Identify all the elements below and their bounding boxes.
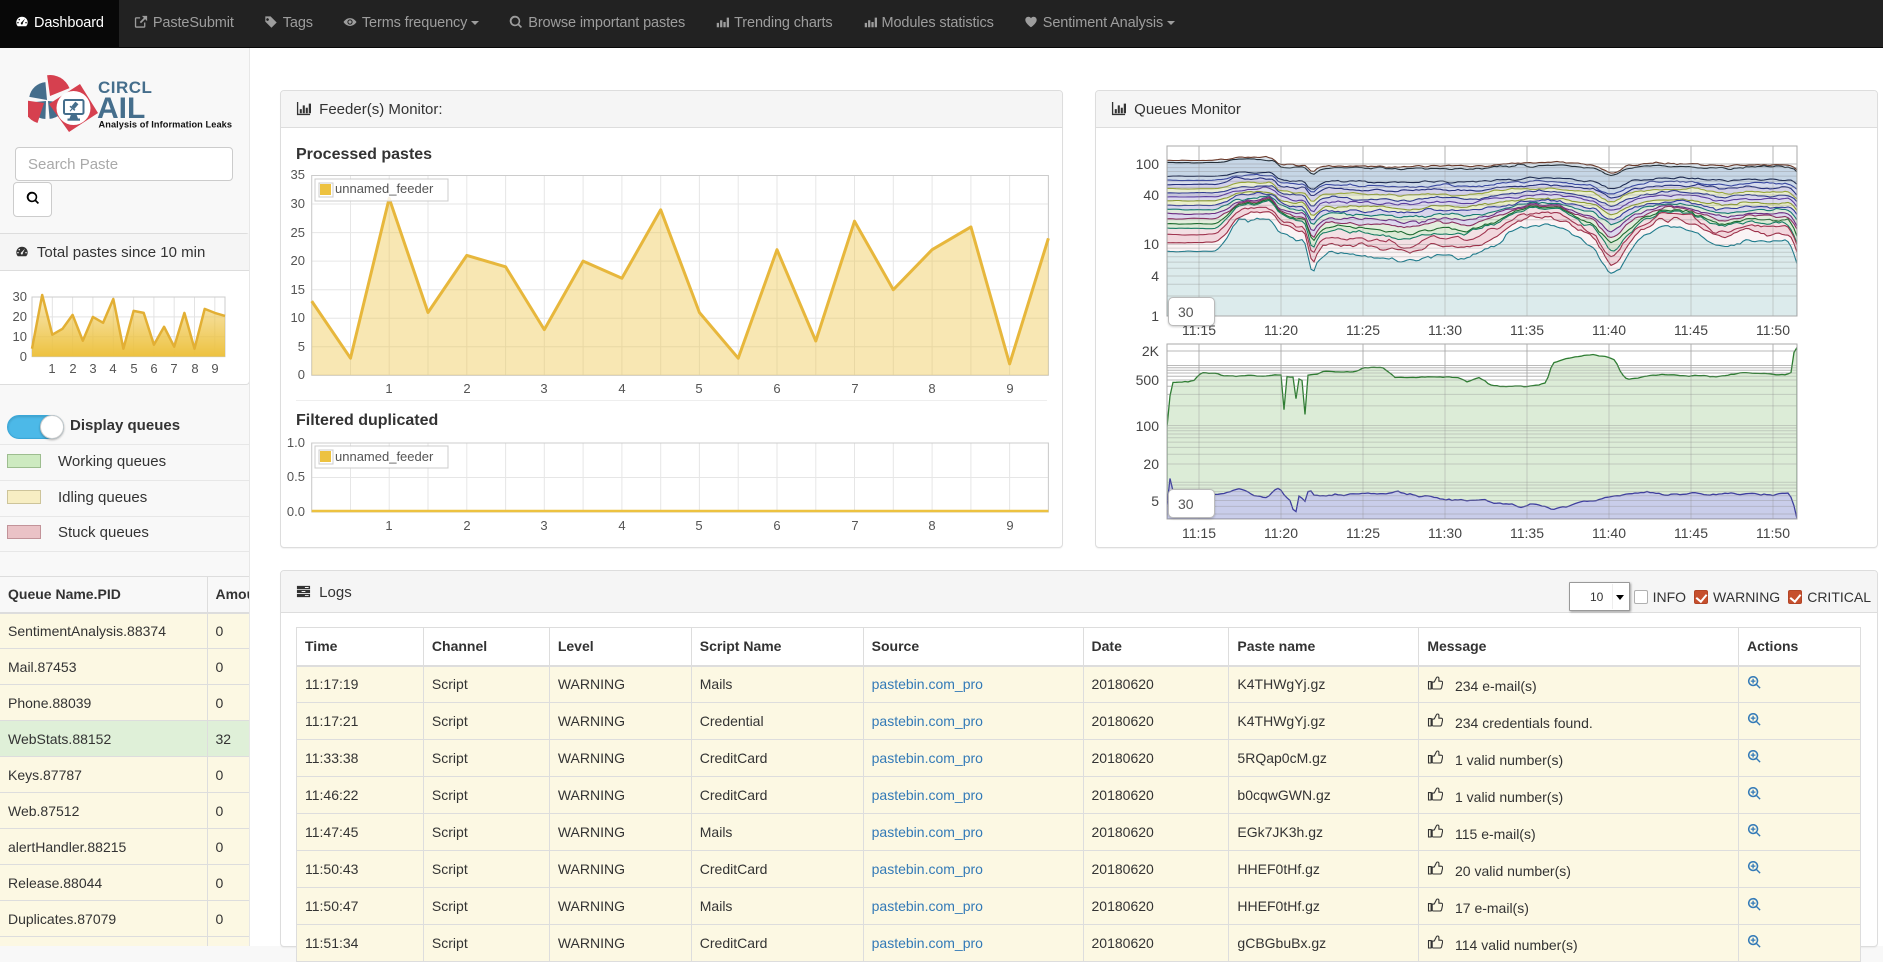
svg-text:8: 8 — [928, 518, 935, 533]
svg-text:4: 4 — [618, 518, 625, 533]
svg-text:100: 100 — [1136, 418, 1160, 434]
svg-text:1: 1 — [48, 361, 55, 376]
svg-text:7: 7 — [851, 518, 858, 533]
svg-text:6: 6 — [773, 381, 780, 396]
svg-text:30: 30 — [291, 196, 305, 211]
svg-text:unnamed_feeder: unnamed_feeder — [335, 449, 434, 464]
svg-text:10: 10 — [13, 329, 27, 344]
svg-text:11:15: 11:15 — [1182, 525, 1216, 541]
svg-text:20: 20 — [13, 309, 27, 324]
svg-text:11:25: 11:25 — [1346, 322, 1380, 338]
svg-text:Analysis of Information Leaks: Analysis of Information Leaks — [99, 120, 233, 130]
svg-text:11:30: 11:30 — [1428, 322, 1462, 338]
svg-text:11:30: 11:30 — [1428, 525, 1462, 541]
svg-text:9: 9 — [211, 361, 218, 376]
svg-text:4: 4 — [1151, 268, 1159, 284]
svg-text:5: 5 — [298, 339, 305, 354]
svg-text:8: 8 — [928, 381, 935, 396]
svg-text:2: 2 — [463, 518, 470, 533]
svg-text:5: 5 — [130, 361, 137, 376]
svg-text:unnamed_feeder: unnamed_feeder — [335, 181, 434, 196]
svg-text:4: 4 — [109, 361, 116, 376]
svg-text:5: 5 — [1151, 493, 1159, 509]
svg-text:1: 1 — [385, 381, 392, 396]
svg-text:25: 25 — [291, 225, 305, 240]
svg-text:11:50: 11:50 — [1756, 322, 1790, 338]
svg-text:2K: 2K — [1142, 343, 1160, 359]
svg-text:1.0: 1.0 — [287, 435, 305, 450]
svg-text:30: 30 — [13, 289, 27, 304]
svg-text:11:35: 11:35 — [1510, 322, 1544, 338]
svg-text:4: 4 — [618, 381, 625, 396]
svg-text:3: 3 — [540, 518, 547, 533]
svg-text:5: 5 — [695, 518, 702, 533]
svg-text:11:25: 11:25 — [1346, 525, 1380, 541]
svg-text:20: 20 — [1143, 456, 1159, 472]
svg-text:11:20: 11:20 — [1264, 525, 1298, 541]
svg-text:6: 6 — [150, 361, 157, 376]
svg-text:8: 8 — [191, 361, 198, 376]
svg-text:11:40: 11:40 — [1592, 322, 1626, 338]
svg-text:0.5: 0.5 — [287, 469, 305, 484]
svg-text:40: 40 — [1143, 187, 1159, 203]
svg-text:0: 0 — [20, 349, 27, 364]
svg-text:11:20: 11:20 — [1264, 322, 1298, 338]
svg-text:11:40: 11:40 — [1592, 525, 1626, 541]
svg-text:9: 9 — [1006, 518, 1013, 533]
svg-text:10: 10 — [1143, 236, 1159, 252]
svg-text:1: 1 — [1151, 308, 1159, 324]
svg-text:1: 1 — [385, 518, 392, 533]
svg-text:3: 3 — [89, 361, 96, 376]
svg-text:20: 20 — [291, 253, 305, 268]
svg-text:11:45: 11:45 — [1674, 322, 1708, 338]
svg-text:6: 6 — [773, 518, 780, 533]
svg-text:0: 0 — [298, 367, 305, 382]
svg-text:3: 3 — [540, 381, 547, 396]
svg-text:9: 9 — [1006, 381, 1013, 396]
svg-text:5: 5 — [695, 381, 702, 396]
svg-text:2: 2 — [463, 381, 470, 396]
svg-text:7: 7 — [851, 381, 858, 396]
svg-text:10: 10 — [291, 310, 305, 325]
svg-text:0.0: 0.0 — [287, 504, 305, 519]
svg-text:15: 15 — [291, 282, 305, 297]
svg-text:11:35: 11:35 — [1510, 525, 1544, 541]
svg-text:2: 2 — [69, 361, 76, 376]
svg-text:35: 35 — [291, 167, 305, 182]
svg-text:7: 7 — [170, 361, 177, 376]
svg-text:100: 100 — [1136, 156, 1160, 172]
svg-text:500: 500 — [1136, 372, 1160, 388]
svg-text:11:50: 11:50 — [1756, 525, 1790, 541]
svg-text:11:45: 11:45 — [1674, 525, 1708, 541]
